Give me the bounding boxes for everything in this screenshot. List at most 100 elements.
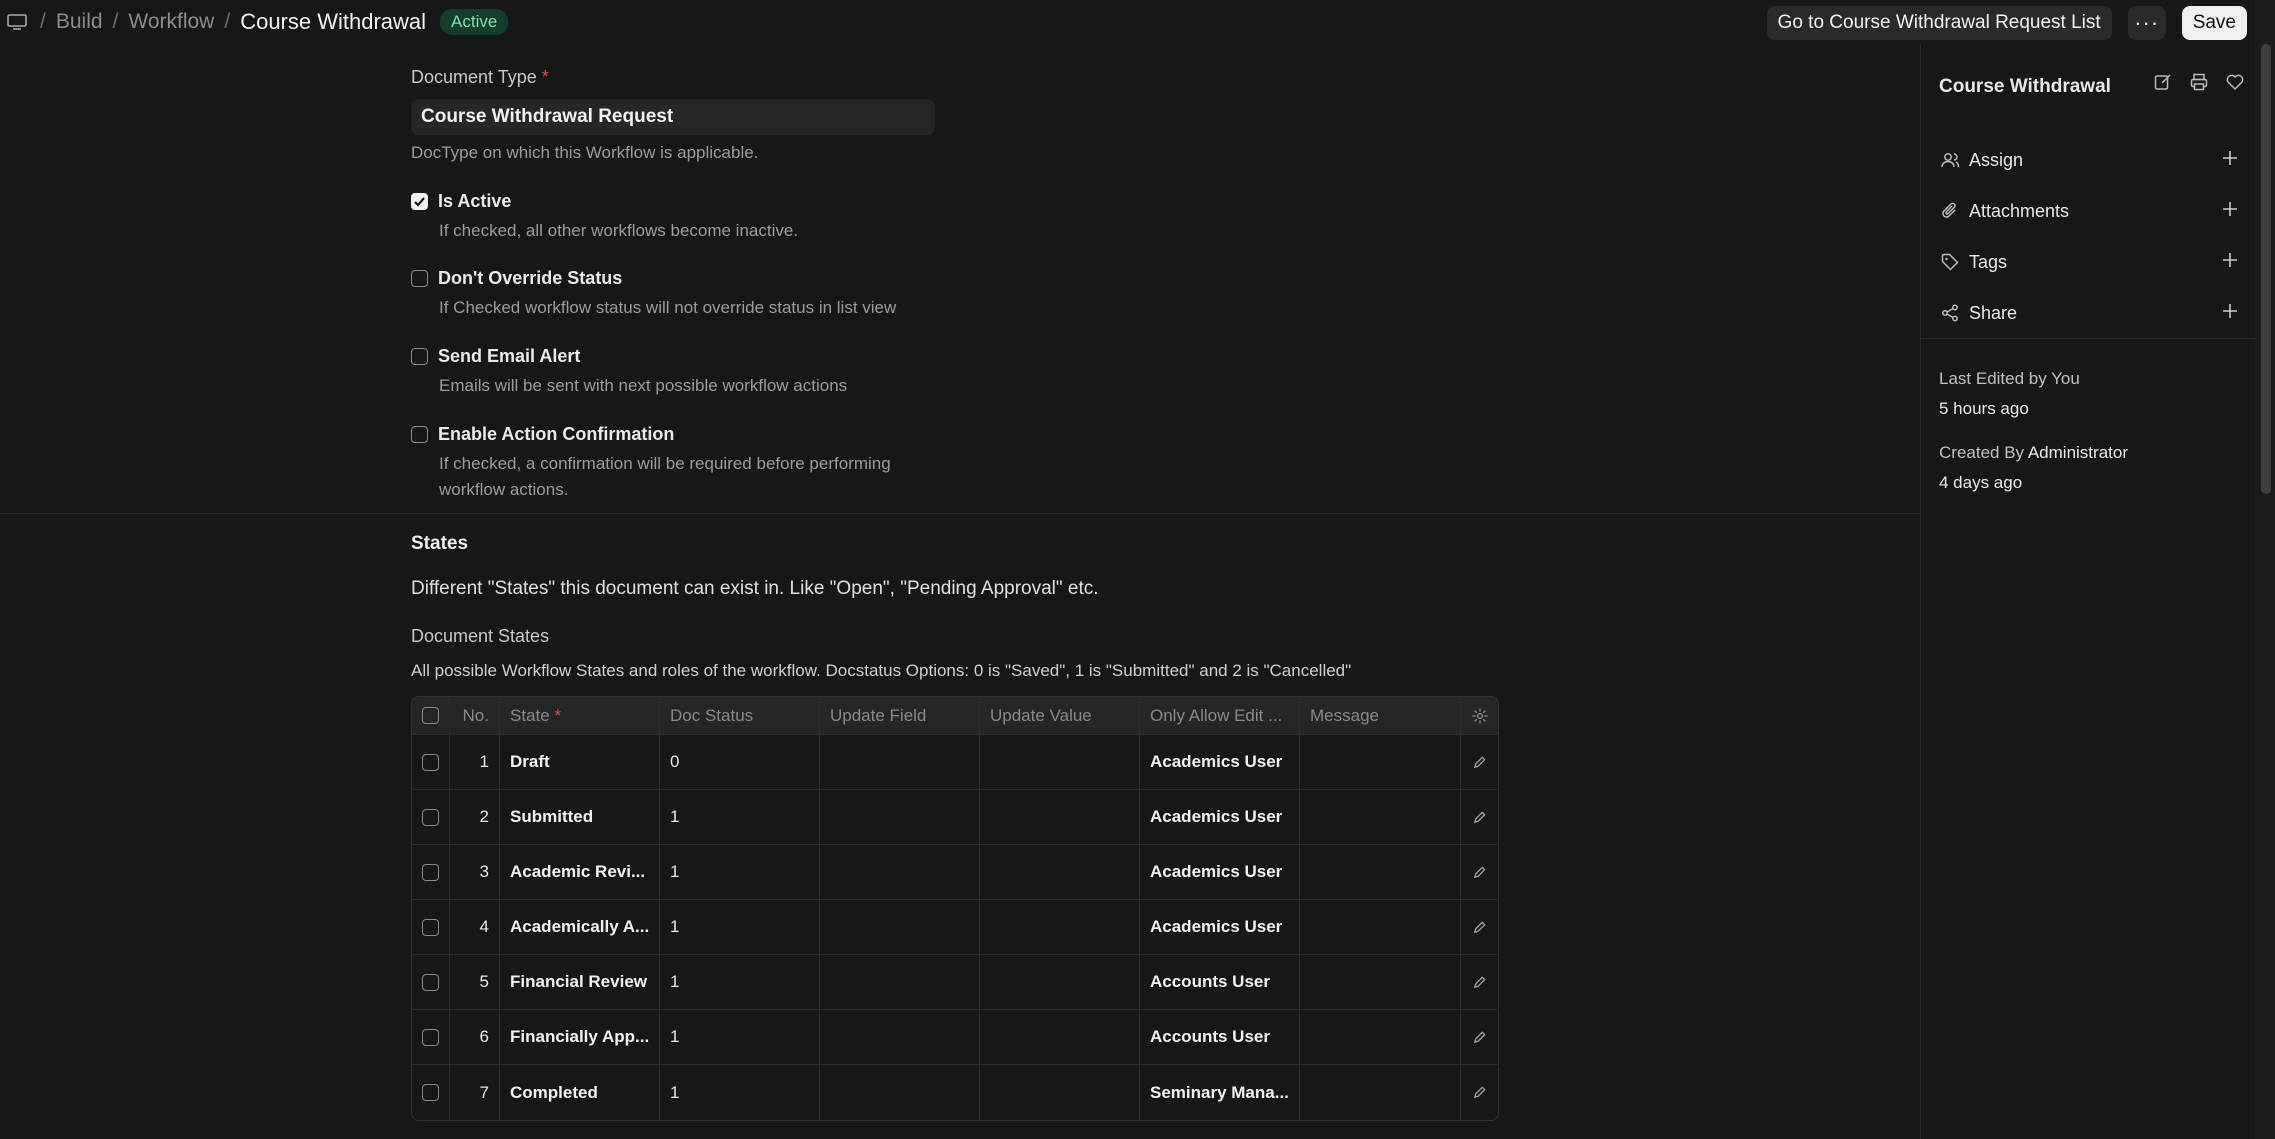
sidebar-item-tags[interactable]: Tags [1939,247,2239,277]
row-state[interactable]: Completed [500,1065,660,1120]
row-message[interactable] [1300,1065,1461,1120]
row-message[interactable] [1300,735,1461,789]
row-checkbox[interactable] [422,753,439,771]
row-update-field[interactable] [820,790,980,844]
row-update-value[interactable] [980,1065,1140,1120]
column-settings[interactable] [1461,697,1498,734]
row-select[interactable] [412,845,450,899]
go-to-list-button[interactable]: Go to Course Withdrawal Request List [1766,6,2112,40]
send-email-alert-checkbox[interactable] [411,348,428,365]
table-row[interactable]: 6 Financially App... 1 Accounts User [412,1010,1498,1065]
row-only-allow-edit[interactable]: Seminary Mana... [1140,1065,1300,1120]
row-only-allow-edit[interactable]: Academics User [1140,900,1300,954]
sidebar-title-actions [2153,72,2245,97]
row-checkbox[interactable] [422,1028,439,1046]
row-state[interactable]: Financially App... [500,1010,660,1064]
add-tag-icon[interactable] [2221,251,2239,274]
row-state[interactable]: Financial Review [500,955,660,1009]
row-update-field[interactable] [820,735,980,789]
sidebar-item-attachments[interactable]: Attachments [1939,196,2239,226]
table-row[interactable]: 5 Financial Review 1 Accounts User [412,955,1498,1010]
row-checkbox[interactable] [422,863,439,881]
document-type-input[interactable]: Course Withdrawal Request [411,99,935,135]
row-state[interactable]: Academically A... [500,900,660,954]
row-doc-status[interactable]: 1 [660,900,820,954]
row-select[interactable] [412,1010,450,1064]
row-state[interactable]: Academic Revi... [500,845,660,899]
row-checkbox[interactable] [422,1084,439,1101]
row-doc-status[interactable]: 0 [660,735,820,789]
row-checkbox[interactable] [422,918,439,936]
row-message[interactable] [1300,1010,1461,1064]
row-only-allow-edit[interactable]: Academics User [1140,790,1300,844]
row-select[interactable] [412,900,450,954]
header-select-all[interactable] [412,697,450,734]
row-doc-status[interactable]: 1 [660,1010,820,1064]
add-share-icon[interactable] [2221,302,2239,325]
row-update-field[interactable] [820,900,980,954]
page-scrollbar[interactable] [2255,0,2275,1139]
row-select[interactable] [412,1065,450,1120]
row-update-value[interactable] [980,735,1140,789]
row-edit[interactable] [1461,735,1498,789]
row-edit[interactable] [1461,1010,1498,1064]
desktop-icon[interactable] [4,10,30,34]
row-only-allow-edit[interactable]: Accounts User [1140,955,1300,1009]
row-edit[interactable] [1461,845,1498,899]
row-update-value[interactable] [980,955,1140,1009]
row-message[interactable] [1300,845,1461,899]
row-edit[interactable] [1461,1065,1498,1120]
row-edit[interactable] [1461,900,1498,954]
row-checkbox[interactable] [422,973,439,991]
row-select[interactable] [412,735,450,789]
enable-action-confirmation-checkbox[interactable] [411,426,428,443]
breadcrumb-build[interactable]: Build [56,10,103,34]
row-doc-status[interactable]: 1 [660,790,820,844]
add-attachment-icon[interactable] [2221,200,2239,223]
row-update-field[interactable] [820,955,980,1009]
breadcrumb-workflow[interactable]: Workflow [128,10,214,34]
row-doc-status[interactable]: 1 [660,845,820,899]
row-update-value[interactable] [980,1010,1140,1064]
edit-icon[interactable] [2153,72,2173,97]
table-row[interactable]: 4 Academically A... 1 Academics User [412,900,1498,955]
dont-override-status-checkbox[interactable] [411,270,428,287]
row-update-field[interactable] [820,1065,980,1120]
add-assign-icon[interactable] [2221,149,2239,172]
save-button[interactable]: Save [2181,6,2247,40]
row-update-field[interactable] [820,1010,980,1064]
row-checkbox[interactable] [422,808,439,826]
row-update-value[interactable] [980,790,1140,844]
print-icon[interactable] [2189,72,2209,97]
scrollbar-thumb[interactable] [2261,44,2271,494]
row-doc-status[interactable]: 1 [660,955,820,1009]
row-only-allow-edit[interactable]: Academics User [1140,735,1300,789]
row-message[interactable] [1300,900,1461,954]
row-select[interactable] [412,790,450,844]
heart-icon[interactable] [2225,72,2245,97]
row-update-value[interactable] [980,845,1140,899]
row-update-value[interactable] [980,900,1140,954]
created-by-user[interactable]: Administrator [2028,443,2128,462]
row-edit[interactable] [1461,955,1498,1009]
table-row[interactable]: 1 Draft 0 Academics User [412,735,1498,790]
table-row[interactable]: 2 Submitted 1 Academics User [412,790,1498,845]
row-only-allow-edit[interactable]: Academics User [1140,845,1300,899]
row-edit[interactable] [1461,790,1498,844]
more-actions-button[interactable]: ··· [2127,6,2166,40]
row-only-allow-edit[interactable]: Accounts User [1140,1010,1300,1064]
select-all-checkbox[interactable] [422,707,439,724]
checkmark-icon [414,197,425,207]
row-doc-status[interactable]: 1 [660,1065,820,1120]
row-message[interactable] [1300,955,1461,1009]
row-select[interactable] [412,955,450,1009]
table-row[interactable]: 3 Academic Revi... 1 Academics User [412,845,1498,900]
table-row[interactable]: 7 Completed 1 Seminary Mana... [412,1065,1498,1120]
sidebar-item-share[interactable]: Share [1939,298,2239,328]
is-active-checkbox[interactable] [411,193,428,210]
sidebar-item-assign[interactable]: Assign [1939,145,2239,175]
row-state[interactable]: Submitted [500,790,660,844]
row-state[interactable]: Draft [500,735,660,789]
row-message[interactable] [1300,790,1461,844]
row-update-field[interactable] [820,845,980,899]
